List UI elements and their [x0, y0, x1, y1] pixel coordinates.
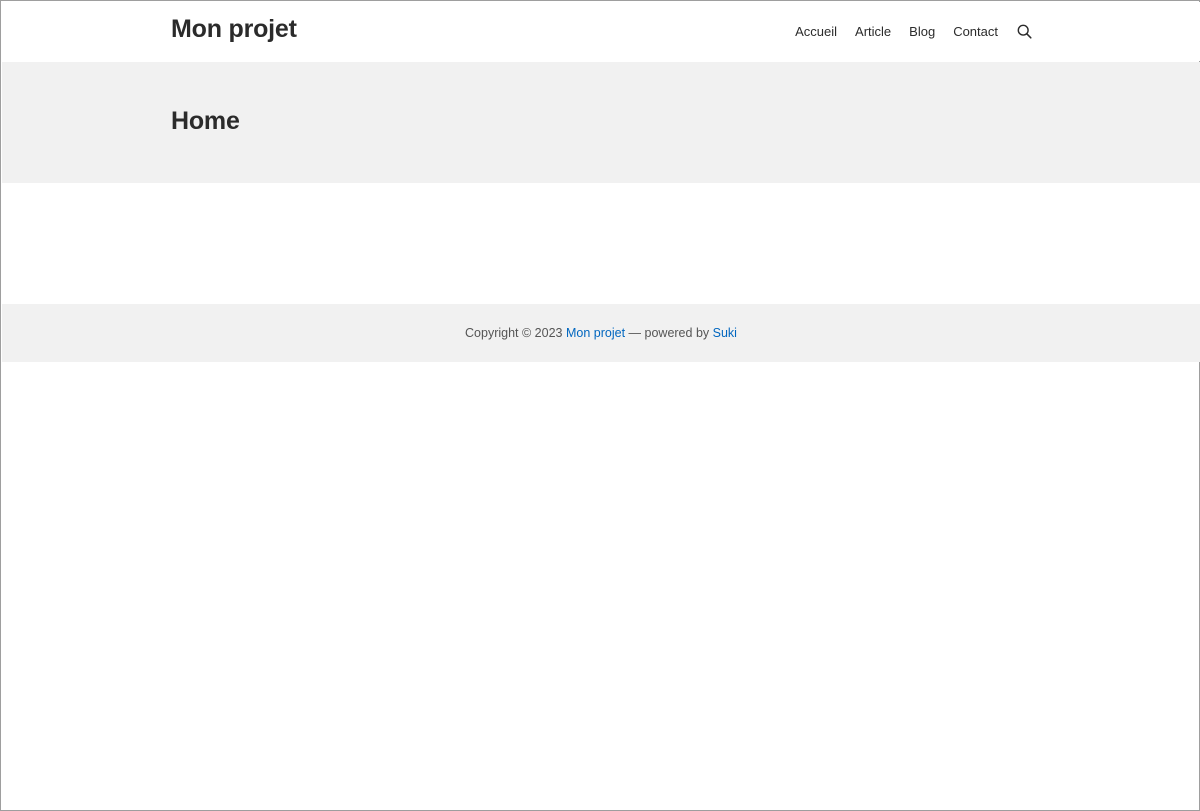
nav-item-contact[interactable]: Contact — [953, 24, 998, 39]
nav-item-blog[interactable]: Blog — [909, 24, 935, 39]
site-title-link[interactable]: Mon projet — [171, 15, 297, 44]
footer-separator: — — [628, 326, 642, 340]
main-navigation: Accueil Article Blog Contact — [795, 2, 1032, 61]
nav-item-accueil[interactable]: Accueil — [795, 24, 837, 39]
site-footer: Copyright © 2023 Mon projet — powered by… — [2, 304, 1200, 362]
footer-theme-link[interactable]: Suki — [713, 326, 737, 340]
search-icon[interactable] — [1016, 24, 1032, 40]
powered-by-text: powered by — [644, 326, 710, 340]
footer-site-link[interactable]: Mon projet — [566, 326, 625, 340]
browser-viewport: Mon projet Accueil Article Blog Contact … — [0, 0, 1200, 811]
page-header: Home — [2, 62, 1200, 183]
page-title: Home — [171, 107, 240, 135]
copyright-text: Copyright © 2023 — [465, 326, 563, 340]
main-content — [2, 183, 1200, 304]
footer-credits: Copyright © 2023 Mon projet — powered by… — [465, 326, 737, 340]
site-header: Mon projet Accueil Article Blog Contact — [2, 2, 1200, 61]
nav-item-article[interactable]: Article — [855, 24, 891, 39]
